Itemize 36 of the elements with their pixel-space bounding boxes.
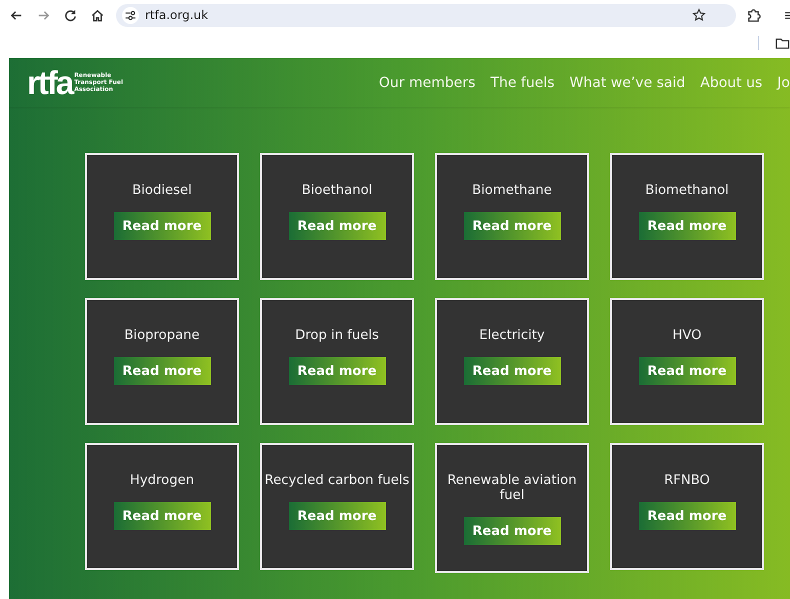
card-title: Drop in fuels [294, 328, 380, 343]
card-title: Renewable aviation fuel [446, 473, 578, 503]
card-title: Biopropane [123, 328, 201, 343]
star-icon[interactable] [692, 8, 706, 22]
address-bar[interactable]: rtfa.org.uk [116, 4, 736, 26]
reload-icon[interactable] [63, 8, 78, 22]
nav-link[interactable]: Our members [378, 74, 476, 90]
read-more-button[interactable]: Read more [464, 517, 560, 545]
read-more-button[interactable]: Read more [638, 502, 736, 530]
read-more-button[interactable]: Read more [288, 357, 386, 385]
card-title: Biomethanol [644, 183, 730, 198]
read-more-button[interactable]: Read more [288, 212, 386, 240]
read-more-button[interactable]: Read more [464, 357, 560, 385]
read-more-button[interactable]: Read more [638, 212, 736, 240]
read-more-button[interactable]: Read more [114, 357, 210, 385]
logo-mark: rtfa [27, 68, 72, 96]
card-title: Bioethanol [300, 183, 374, 198]
read-more-button[interactable]: Read more [288, 502, 386, 530]
read-more-button[interactable]: Read more [114, 212, 210, 240]
home-icon[interactable] [90, 8, 105, 22]
card-title: HVO [671, 328, 703, 343]
puzzle-icon[interactable] [746, 8, 761, 22]
folder-icon[interactable] [775, 36, 790, 50]
card-title: Hydrogen [128, 473, 196, 488]
card-title: RFNBO [663, 473, 711, 488]
read-more-button[interactable]: Read more [638, 357, 736, 385]
card-title: Biodiesel [131, 183, 193, 198]
nav-link[interactable]: What we’ve said [570, 74, 686, 90]
card-title: Biomethane [471, 183, 553, 198]
read-more-button[interactable]: Read more [464, 212, 560, 240]
read-more-button[interactable]: Read more [114, 502, 210, 530]
card-title: Recycled carbon fuels [264, 473, 410, 488]
url-text: rtfa.org.uk [145, 8, 210, 22]
card-title: Electricity [478, 328, 546, 343]
nav-link[interactable]: The fuels [490, 74, 555, 90]
site-settings-icon[interactable] [122, 6, 139, 24]
